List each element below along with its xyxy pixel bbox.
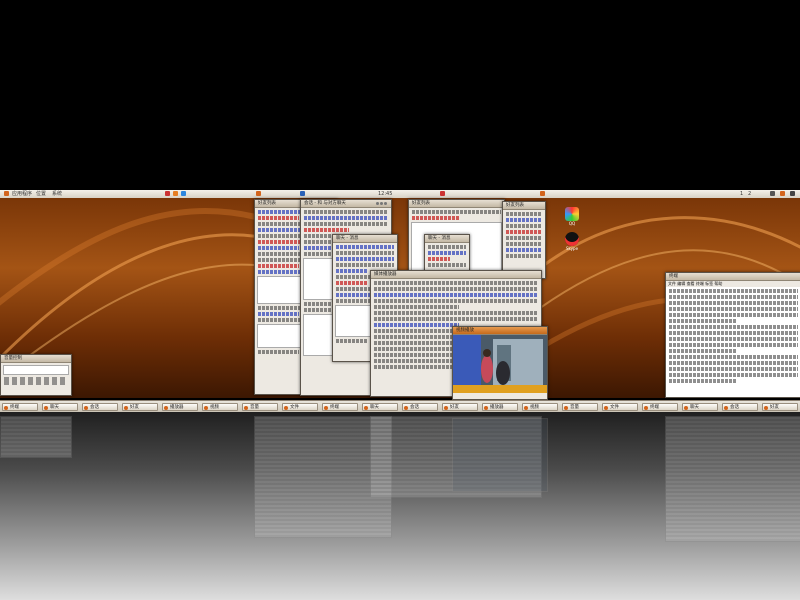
network-icon[interactable] bbox=[770, 191, 775, 196]
volume-icon[interactable] bbox=[780, 191, 785, 196]
menu-applications[interactable]: 应用程序 bbox=[12, 190, 32, 198]
launcher-icon[interactable] bbox=[165, 191, 170, 196]
taskbar-button[interactable]: 视频 bbox=[202, 403, 238, 411]
reflection-floor bbox=[0, 412, 800, 600]
taskbar-button[interactable]: 会话 bbox=[722, 403, 758, 411]
qq-icon bbox=[565, 207, 579, 221]
chat-window-titlebar[interactable]: 会话 - 和 与对方聊天 bbox=[301, 200, 391, 208]
workspace-switcher[interactable]: 1 bbox=[740, 190, 743, 198]
popup-titlebar[interactable]: 聊天 - 消息 bbox=[425, 235, 469, 243]
taskbar-button[interactable]: 会话 bbox=[402, 403, 438, 411]
chat-small-titlebar[interactable]: 聊天 - 消息 bbox=[333, 235, 397, 243]
window-reflection bbox=[665, 416, 800, 542]
menu-edit[interactable]: 编辑 bbox=[677, 281, 685, 286]
power-icon[interactable] bbox=[790, 191, 795, 196]
taskbar-button[interactable]: 文件 bbox=[282, 403, 318, 411]
taskbar-button[interactable]: 聊天 bbox=[682, 403, 718, 411]
volume-controls[interactable] bbox=[4, 377, 68, 385]
qq-buddy-titlebar[interactable]: 好友列表 bbox=[503, 202, 545, 210]
launcher-icon[interactable] bbox=[440, 191, 445, 196]
desktop-icon-skype[interactable]: Skype bbox=[563, 232, 581, 251]
window-reflection bbox=[452, 418, 548, 492]
taskbar-button[interactable]: 音量 bbox=[562, 403, 598, 411]
message-window-titlebar[interactable]: 媒体播放器 bbox=[371, 271, 541, 279]
taskbar-button[interactable]: 播放器 bbox=[162, 403, 198, 411]
terminal-titlebar[interactable]: 终端 bbox=[666, 273, 800, 281]
volume-area bbox=[3, 365, 69, 375]
taskbar-button[interactable]: 播放器 bbox=[482, 403, 518, 411]
terminal-menubar: 文件 编辑 查看 终端 标签 帮助 bbox=[666, 281, 800, 287]
taskbar-button[interactable]: 会话 bbox=[82, 403, 118, 411]
launcher-icon[interactable] bbox=[181, 191, 186, 196]
taskbar-button[interactable]: 视频 bbox=[522, 403, 558, 411]
ubuntu-logo-icon[interactable] bbox=[4, 191, 9, 196]
taskbar-button[interactable]: 好友 bbox=[122, 403, 158, 411]
taskbar-button[interactable]: 好友 bbox=[762, 403, 798, 411]
menu-terminal[interactable]: 终端 bbox=[696, 281, 704, 286]
terminal-window[interactable]: 终端 文件 编辑 查看 终端 标签 帮助 bbox=[665, 272, 800, 398]
taskbar-button[interactable]: 音量 bbox=[242, 403, 278, 411]
volume-window-titlebar[interactable]: 音量控制 bbox=[1, 355, 71, 363]
taskbar-button[interactable]: 终端 bbox=[2, 403, 38, 411]
launcher-icon[interactable] bbox=[540, 191, 545, 196]
taskbar-button[interactable]: 聊天 bbox=[42, 403, 78, 411]
video-titlebar[interactable]: 视频播放 bbox=[453, 327, 547, 335]
window-reflection bbox=[0, 416, 72, 458]
menu-help[interactable]: 帮助 bbox=[714, 281, 722, 286]
desktop-icon-label: QQ bbox=[568, 221, 576, 226]
menu-tabs[interactable]: 标签 bbox=[705, 281, 713, 286]
launcher-icon[interactable] bbox=[256, 191, 261, 196]
taskbar-button[interactable]: 文件 bbox=[602, 403, 638, 411]
video-frame bbox=[453, 335, 547, 393]
launcher-icon[interactable] bbox=[300, 191, 305, 196]
menu-system[interactable]: 系统 bbox=[52, 190, 62, 198]
taskbar-button[interactable]: 终端 bbox=[642, 403, 678, 411]
workspace-switcher[interactable]: 2 bbox=[748, 190, 751, 198]
penguin-icon bbox=[565, 232, 579, 246]
taskbar-button[interactable]: 终端 bbox=[322, 403, 358, 411]
taskbar-button[interactable]: 聊天 bbox=[362, 403, 398, 411]
taskbar-button[interactable]: 好友 bbox=[442, 403, 478, 411]
desktop-icon-label: Skype bbox=[565, 246, 579, 251]
video-window[interactable]: 视频播放 bbox=[452, 326, 548, 400]
volume-window[interactable]: 音量控制 bbox=[0, 354, 72, 396]
launcher-icon[interactable] bbox=[173, 191, 178, 196]
menu-view[interactable]: 查看 bbox=[687, 281, 695, 286]
panel-clock[interactable]: 12:45 bbox=[378, 190, 392, 198]
menu-file[interactable]: 文件 bbox=[668, 281, 676, 286]
qq-buddy-window[interactable]: 好友列表 bbox=[502, 201, 546, 279]
desktop-icon-qq[interactable]: QQ bbox=[563, 207, 581, 226]
qq-window-titlebar[interactable]: 好友列表 bbox=[409, 200, 504, 208]
menu-places[interactable]: 位置 bbox=[36, 190, 46, 198]
